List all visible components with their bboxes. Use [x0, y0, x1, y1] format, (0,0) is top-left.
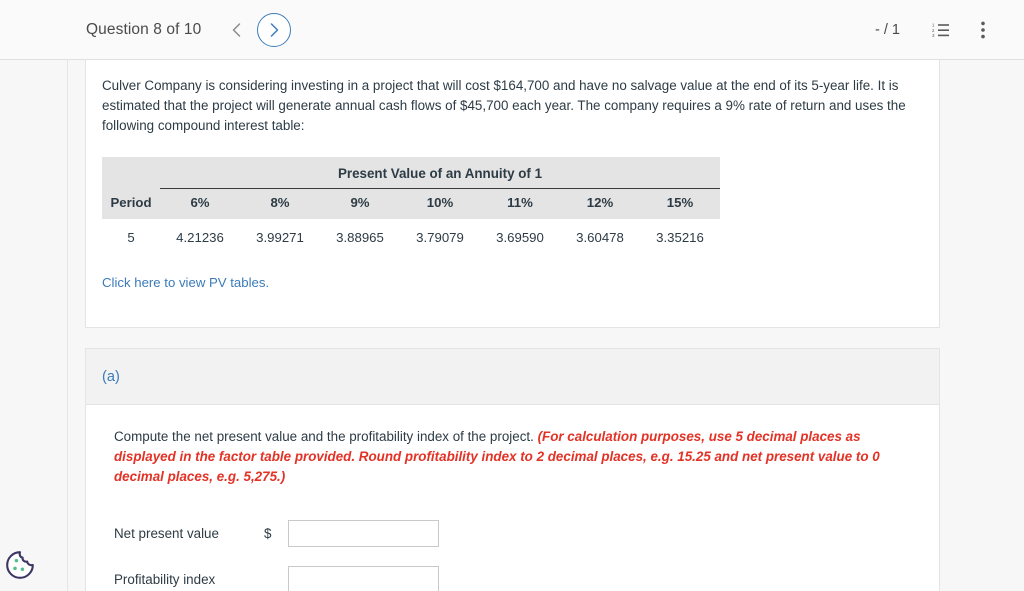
cell-factor: 3.60478: [560, 219, 640, 254]
table-row: 5 4.21236 3.99271 3.88965 3.79079 3.6959…: [102, 219, 720, 254]
part-a-header: (a): [86, 349, 939, 405]
question-stem-text: Culver Company is considering investing …: [102, 78, 906, 133]
part-label: (a): [102, 368, 120, 385]
toolbar-left-group: Question 8 of 10: [86, 12, 292, 47]
column-header-rate: 10%: [400, 188, 480, 220]
previous-question-button[interactable]: [223, 17, 249, 43]
table-caption: Present Value of an Annuity of 1: [160, 157, 720, 189]
answer-fields: Net present value $ Profitability index: [114, 510, 939, 591]
cell-factor: 3.88965: [320, 219, 400, 254]
caption-spacer: [102, 157, 160, 189]
cell-factor: 3.79079: [400, 219, 480, 254]
svg-text:3: 3: [932, 33, 935, 38]
view-pv-tables-link[interactable]: Click here to view PV tables.: [102, 275, 269, 290]
page-title: Question 8 of 10: [86, 20, 202, 38]
question-stem-card: Culver Company is considering investing …: [85, 60, 940, 328]
net-present-value-input[interactable]: [288, 519, 439, 547]
assignment-page: Question 8 of 10 - / 1 1 2 3 Culver Comp…: [0, 0, 1024, 591]
cell-factor: 3.69590: [480, 219, 560, 254]
toolbar-right-group: - / 1 1 2 3: [875, 0, 1024, 60]
pv-annuity-table: Present Value of an Annuity of 1 Period …: [102, 157, 939, 254]
cell-factor: 3.99271: [240, 219, 320, 254]
top-toolbar: Question 8 of 10 - / 1 1 2 3: [0, 0, 1024, 60]
left-gutter: [0, 60, 68, 591]
field-label: Net present value: [114, 525, 219, 541]
cookie-consent-button[interactable]: [4, 549, 36, 581]
answer-row-net-present-value: Net present value $: [114, 510, 939, 556]
part-a-card: (a) Compute the net present value and th…: [85, 348, 940, 591]
question-navigation: [223, 12, 292, 47]
score-display: - / 1: [875, 22, 900, 38]
column-header-rate: 6%: [160, 188, 240, 220]
column-header-rate: 11%: [480, 188, 560, 220]
cell-factor: 3.35216: [640, 219, 720, 254]
chevron-right-icon: [270, 22, 279, 37]
chevron-left-icon: [232, 22, 241, 37]
pv-table: Present Value of an Annuity of 1 Period …: [102, 157, 720, 254]
profitability-index-input[interactable]: [288, 565, 439, 591]
part-a-prompt: Compute the net present value and the pr…: [114, 427, 914, 486]
table-caption-row: Present Value of an Annuity of 1: [102, 157, 720, 189]
question-list-button[interactable]: 1 2 3: [928, 17, 954, 43]
prompt-main-text: Compute the net present value and the pr…: [114, 429, 538, 444]
answer-row-profitability-index: Profitability index: [114, 556, 939, 591]
table-header-row: Period 6% 8% 9% 10% 11% 12% 15%: [102, 188, 720, 220]
cell-factor: 4.21236: [160, 219, 240, 254]
column-header-rate: 15%: [640, 188, 720, 220]
currency-prefix: $: [264, 525, 272, 541]
field-label: Profitability index: [114, 571, 216, 587]
column-header-rate: 8%: [240, 188, 320, 220]
part-a-body: Compute the net present value and the pr…: [86, 405, 939, 591]
column-header-rate: 12%: [560, 188, 640, 220]
content-scroll-area[interactable]: Culver Company is considering investing …: [0, 60, 1024, 591]
next-question-button[interactable]: [257, 12, 292, 47]
cell-period: 5: [102, 219, 160, 254]
column-header-period: Period: [102, 188, 160, 220]
more-options-button[interactable]: [970, 17, 996, 43]
cookie-icon: [6, 551, 34, 579]
numbered-list-icon: 1 2 3: [932, 23, 949, 38]
vertical-dots-icon: [981, 21, 985, 39]
column-header-rate: 9%: [320, 188, 400, 220]
